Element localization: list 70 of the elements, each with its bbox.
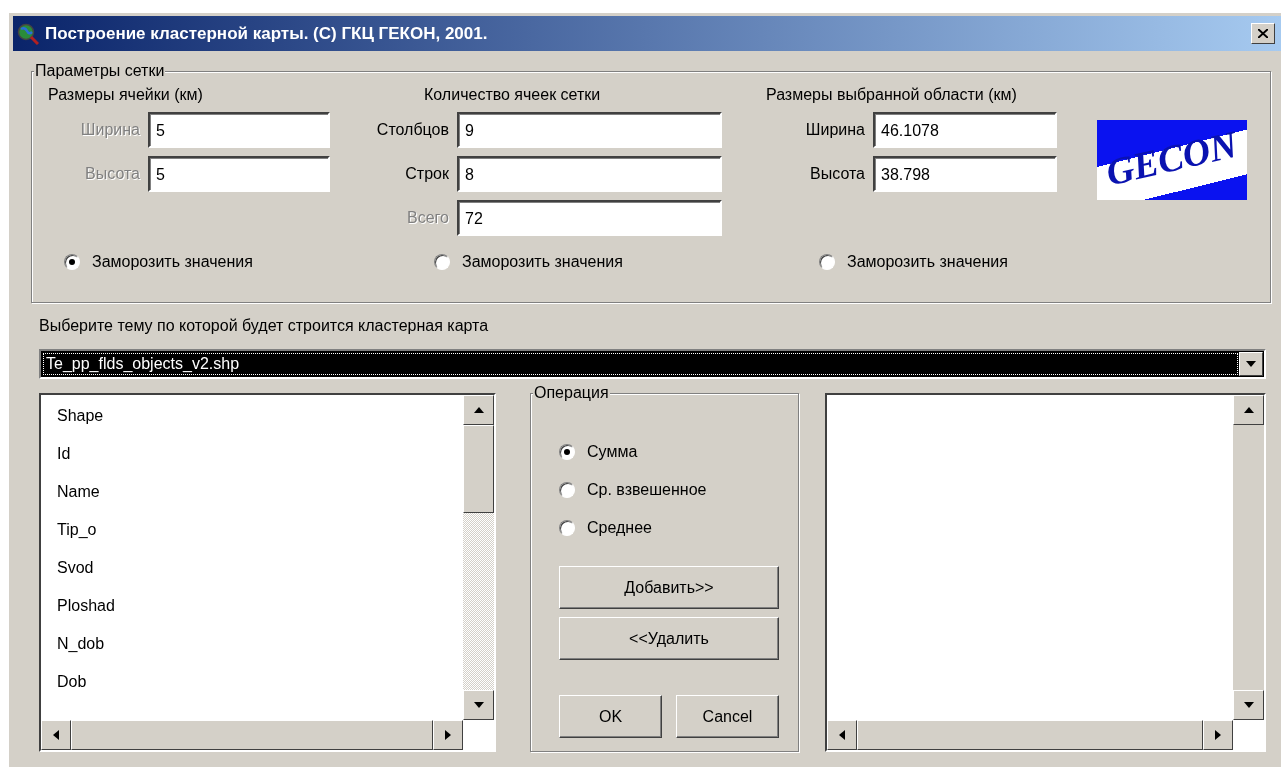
- triangle-up-icon: [473, 407, 484, 413]
- scroll-left-button[interactable]: [41, 720, 71, 750]
- section-heading: Количество ячеек сетки: [423, 85, 602, 105]
- dropdown-button[interactable]: [1239, 352, 1263, 376]
- radio-button[interactable]: [559, 444, 575, 460]
- button[interactable]: OK: [559, 695, 662, 738]
- field-label: Строк: [404, 165, 450, 183]
- scrollbar-thumb[interactable]: [71, 720, 433, 750]
- group-title: Операция: [533, 383, 610, 403]
- globe-magnifier-icon: [17, 22, 39, 45]
- list-item[interactable]: Id: [57, 443, 463, 481]
- dropdown-field[interactable]: Te_pp_flds_objects_v2.shp: [39, 349, 1266, 379]
- section-heading: Размеры выбранной области (км): [765, 85, 1018, 105]
- triangle-down-icon: [1243, 702, 1254, 708]
- triangle-down-icon: [1246, 361, 1256, 367]
- field-label: Высота: [809, 165, 866, 183]
- triangle-right-icon: [1215, 730, 1221, 740]
- radio-button[interactable]: [559, 520, 575, 536]
- close-icon: [1258, 29, 1268, 38]
- field-label: Ширина: [804, 121, 866, 139]
- scroll-right-button[interactable]: [433, 720, 463, 750]
- scrollbar-thumb[interactable]: [857, 720, 1203, 750]
- triangle-left-icon: [839, 730, 845, 740]
- list-item[interactable]: Svod: [57, 557, 463, 595]
- triangle-up-icon: [1243, 407, 1254, 413]
- button[interactable]: Добавить>>: [559, 566, 779, 609]
- radio-label[interactable]: Заморозить значения: [92, 253, 253, 271]
- close-button[interactable]: [1251, 23, 1275, 44]
- input-field[interactable]: 46.1078: [873, 112, 1057, 148]
- list-box[interactable]: Shape Id Name Tip_o Svod Ploshad N_dob Dob: [39, 393, 496, 752]
- section-heading: Размеры ячейки (км): [47, 85, 204, 105]
- list-item[interactable]: Tip_o: [57, 519, 463, 557]
- list-item[interactable]: N_dob: [57, 633, 463, 671]
- dropdown-value[interactable]: Te_pp_flds_objects_v2.shp: [42, 352, 1239, 376]
- field-label: Столбцов: [375, 121, 450, 139]
- input-field[interactable]: 9: [457, 112, 722, 148]
- field-label: Всего: [406, 209, 450, 227]
- radio-label[interactable]: Среднее: [587, 519, 652, 537]
- button[interactable]: Cancel: [676, 695, 779, 738]
- radio-label[interactable]: Сумма: [587, 443, 638, 461]
- scroll-left-button[interactable]: [827, 720, 857, 750]
- radio-label[interactable]: Ср. взвешенное: [587, 481, 707, 499]
- field-label: Ширина: [79, 121, 141, 139]
- input-field[interactable]: 8: [457, 156, 722, 192]
- triangle-down-icon: [473, 702, 484, 708]
- list-item[interactable]: Name: [57, 481, 463, 519]
- triangle-right-icon: [445, 730, 451, 740]
- radio-button[interactable]: [64, 254, 80, 270]
- scrollbar-thumb[interactable]: [463, 425, 494, 513]
- triangle-left-icon: [53, 730, 59, 740]
- list-item[interactable]: Ploshad: [57, 595, 463, 633]
- scroll-down-button[interactable]: [1233, 690, 1264, 720]
- list-item[interactable]: Dob: [57, 671, 463, 709]
- scroll-right-button[interactable]: [1203, 720, 1233, 750]
- scroll-up-button[interactable]: [1233, 395, 1264, 425]
- radio-label[interactable]: Заморозить значения: [847, 253, 1008, 271]
- window-title: Построение кластерной карты. (C) ГКЦ ГЕКОН, 2001.: [45, 23, 489, 44]
- scroll-up-button[interactable]: [463, 395, 494, 425]
- radio-button[interactable]: [819, 254, 835, 270]
- list-item[interactable]: Shape: [57, 405, 463, 443]
- prompt-text: Выберите тему по которой будет строится кластерная карта: [39, 316, 490, 336]
- group-title: Параметры сетки: [34, 61, 166, 81]
- field-label: Высота: [84, 165, 141, 183]
- scroll-down-button[interactable]: [463, 690, 494, 720]
- radio-label[interactable]: Заморозить значения: [462, 253, 623, 271]
- logo-text: GECON: [1102, 123, 1241, 193]
- input-field[interactable]: 38.798: [873, 156, 1057, 192]
- radio-button[interactable]: [559, 482, 575, 498]
- button[interactable]: <<Удалить: [559, 617, 779, 660]
- radio-button[interactable]: [434, 254, 450, 270]
